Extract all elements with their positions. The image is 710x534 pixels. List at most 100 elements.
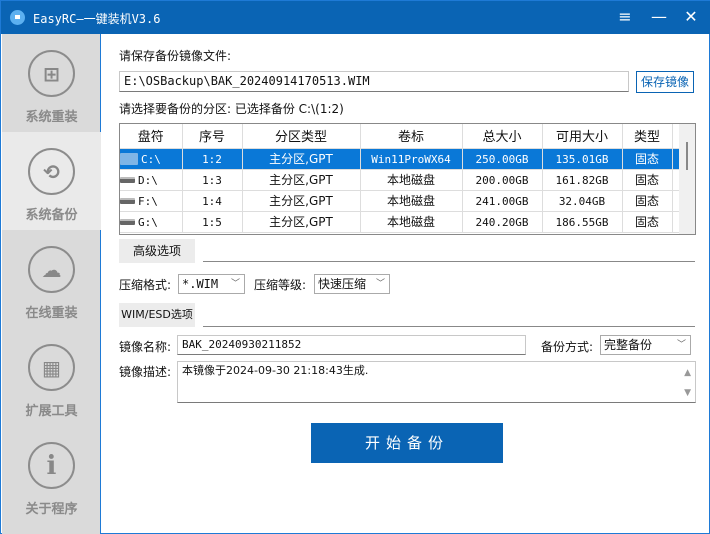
col-total-size[interactable]: 总大小 (462, 124, 543, 149)
cell-text: D:\ (138, 173, 158, 187)
sidebar-item-label: 在线重装 (25, 306, 78, 321)
cell-partition-type: 主分区,GPT (242, 190, 361, 212)
tools-grid-icon: ▦ (28, 344, 75, 391)
cell-text: Win11ProWX64 (371, 152, 451, 166)
col-label[interactable]: 卷标 (360, 124, 463, 149)
cell-text: 1:3 (202, 173, 222, 187)
cell-partition-type: 主分区,GPT (242, 211, 361, 233)
cell-index: 1:2 (182, 148, 243, 170)
sidebar-item-about[interactable]: i 关于程序 (2, 426, 101, 524)
scroll-down-icon[interactable]: ▼ (684, 384, 691, 402)
cell-text: 固态 (634, 173, 659, 187)
cell-text: 1:4 (202, 194, 222, 208)
chevron-down-icon: ﹀ (375, 279, 385, 289)
table-row[interactable]: C:\ 1:2 主分区,GPT Win11ProWX64 250.00GB 135.01G… (120, 148, 680, 170)
level-select[interactable]: 快速压缩 ﹀ (314, 274, 390, 294)
cell-text: 241.00GB (475, 194, 529, 208)
sidebar-item-online-reinstall[interactable]: ☁ 在线重装 (2, 230, 101, 328)
sidebar-item-label: 系统重装 (25, 110, 78, 125)
cell-label: 本地磁盘 (360, 190, 463, 212)
cell-text: 固态 (634, 194, 659, 208)
format-label: 压缩格式: (119, 278, 172, 292)
table-scrollbar[interactable] (679, 124, 695, 234)
cell-label: 本地磁盘 (360, 211, 463, 233)
col-partition-type[interactable]: 分区类型 (242, 124, 361, 149)
cell-text: 本地磁盘 (386, 215, 435, 229)
save-path-label: 请保存备份镜像文件: (119, 49, 232, 63)
col-index[interactable]: 序号 (182, 124, 243, 149)
scroll-up-icon[interactable]: ▲ (684, 364, 691, 382)
sidebar-item-label: 关于程序 (25, 502, 78, 517)
cell-disk-type: 固态 (622, 190, 673, 212)
level-label: 压缩等级: (254, 278, 307, 292)
sidebar-item-backup[interactable]: ⟲ 系统备份 (2, 132, 101, 230)
cell-text: C:\ (141, 152, 161, 166)
app-window: EasyRC—一键装机V3.6 ≡ — ✕ ⊞ 系统重装 ⟲ 系统备份 ☁ 在线… (0, 0, 710, 534)
format-select[interactable]: *.WIM ﹀ (178, 274, 245, 294)
image-desc-textarea[interactable]: 本镜像于2024-09-30 21:18:43生成. ▲ ▼ (177, 361, 696, 403)
backup-mode-label: 备份方式: (541, 340, 594, 354)
window-title: EasyRC—一键装机V3.6 (33, 12, 161, 26)
cell-free-size: 161.82GB (542, 169, 623, 191)
minimize-button[interactable]: — (647, 7, 671, 27)
start-backup-button[interactable]: 开始备份 (311, 423, 503, 463)
cell-text: 240.20GB (475, 215, 529, 229)
drive-icon (120, 177, 135, 183)
table-row[interactable]: G:\ 1:5 主分区,GPT 本地磁盘 240.20GB 186.55GB 固态 (120, 211, 680, 233)
cloud-sync-icon: ☁ (28, 246, 75, 293)
image-name-label: 镜像名称: (119, 340, 172, 354)
cell-index: 1:5 (182, 211, 243, 233)
cell-drive: C:\ (120, 148, 183, 170)
cell-drive: G:\ (120, 211, 183, 233)
sidebar-item-reinstall[interactable]: ⊞ 系统重装 (2, 34, 101, 132)
image-name-input[interactable]: BAK_20240930211852 (177, 335, 526, 355)
chevron-down-icon: ﹀ (230, 279, 240, 289)
cell-text: 135.01GB (555, 152, 609, 166)
cell-total-size: 200.00GB (462, 169, 543, 191)
drive-icon (120, 219, 135, 225)
col-disk-type[interactable]: 类型 (622, 124, 673, 149)
cell-total-size: 240.20GB (462, 211, 543, 233)
table-row[interactable]: D:\ 1:3 主分区,GPT 本地磁盘 200.00GB 161.82GB 固态 (120, 169, 680, 191)
partition-table: 盘符 序号 分区类型 卷标 总大小 可用大小 类型 C:\ 1:2 主分区,GPT W… (119, 123, 696, 235)
cell-text: 186.55GB (555, 215, 609, 229)
cell-text: 200.00GB (475, 173, 529, 187)
cell-partition-type: 主分区,GPT (242, 169, 361, 191)
col-free-size[interactable]: 可用大小 (542, 124, 623, 149)
cell-text: 主分区,GPT (269, 152, 333, 166)
save-path-input[interactable]: E:\OSBackup\BAK_20240914170513.WIM (119, 71, 629, 92)
save-image-button[interactable]: 保存镜像 (636, 71, 694, 93)
backup-icon: ⟲ (28, 148, 75, 195)
cell-disk-type: 固态 (622, 211, 673, 233)
sidebar-item-label: 系统备份 (25, 208, 78, 223)
cell-text: G:\ (138, 215, 158, 229)
cell-free-size: 186.55GB (542, 211, 623, 233)
cell-text: 32.04GB (558, 194, 606, 208)
wim-options-tab: WIM/ESD选项 (119, 303, 195, 327)
app-logo-icon (10, 10, 25, 25)
cell-total-size: 250.00GB (462, 148, 543, 170)
image-desc-label: 镜像描述: (119, 365, 172, 379)
level-value: 快速压缩 (318, 277, 367, 291)
system-drive-icon (120, 153, 138, 165)
col-drive[interactable]: 盘符 (120, 124, 183, 149)
cell-label: Win11ProWX64 (360, 148, 463, 170)
divider (203, 326, 695, 327)
menu-icon[interactable]: ≡ (613, 7, 637, 27)
image-desc-value: 本镜像于2024-09-30 21:18:43生成. (182, 364, 369, 377)
cell-text: 主分区,GPT (269, 173, 333, 187)
close-button[interactable]: ✕ (679, 7, 703, 27)
drive-icon (120, 198, 135, 204)
info-icon: i (28, 442, 75, 489)
sidebar-item-tools[interactable]: ▦ 扩展工具 (2, 328, 101, 426)
title-bar: EasyRC—一键装机V3.6 ≡ — ✕ (1, 1, 710, 34)
cell-label: 本地磁盘 (360, 169, 463, 191)
backup-mode-select[interactable]: 完整备份 ﹀ (600, 335, 691, 355)
advanced-options-tab: 高级选项 (119, 239, 195, 263)
cell-disk-type: 固态 (622, 148, 673, 170)
table-row[interactable]: F:\ 1:4 主分区,GPT 本地磁盘 241.00GB 32.04GB 固态 (120, 190, 680, 212)
cell-free-size: 32.04GB (542, 190, 623, 212)
cell-text: 主分区,GPT (269, 215, 333, 229)
cell-drive: D:\ (120, 169, 183, 191)
format-value: *.WIM (182, 277, 219, 291)
